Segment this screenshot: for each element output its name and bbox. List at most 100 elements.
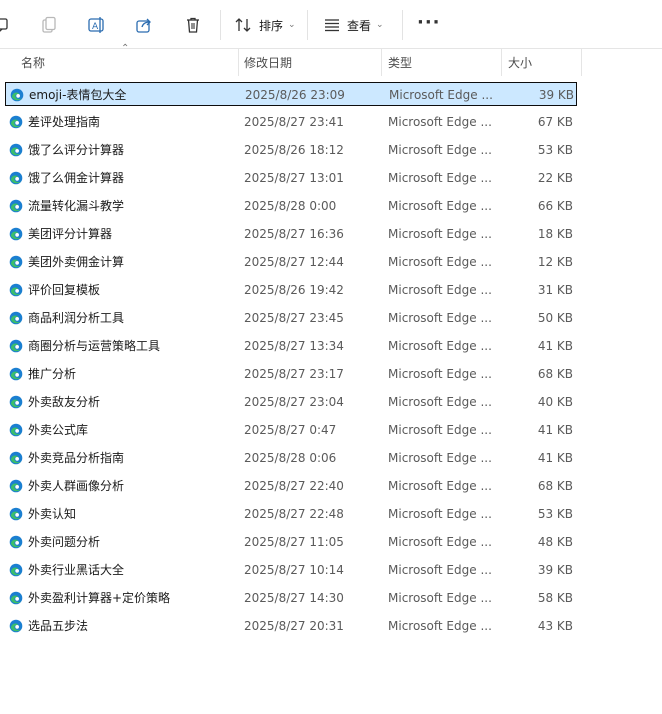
file-row[interactable]: 外卖竞品分析指南 2025/8/28 0:06 Microsoft Edge ...…: [5, 446, 577, 470]
column-divider[interactable]: [238, 49, 239, 76]
file-row[interactable]: 商品利润分析工具 2025/8/27 23:45 Microsoft Edge ..…: [5, 306, 577, 330]
file-date: 2025/8/27 23:41: [244, 115, 344, 129]
file-size: 18 KB: [537, 227, 573, 241]
column-header-size-label: 大小: [508, 56, 533, 70]
file-date: 2025/8/27 10:14: [244, 563, 344, 577]
file-row[interactable]: 外卖认知 2025/8/27 22:48 Microsoft Edge ... 53 …: [5, 502, 577, 526]
file-row[interactable]: emoji-表情包大全 2025/8/26 23:09 Microsoft Edge…: [5, 82, 577, 106]
column-header-size[interactable]: 大小: [508, 49, 580, 76]
column-header: ⌃ 名称 修改日期 类型 大小: [0, 43, 662, 76]
column-header-type-label: 类型: [388, 56, 413, 70]
column-header-type[interactable]: 类型: [388, 49, 498, 76]
file-date: 2025/8/26 19:42: [244, 283, 344, 297]
file-row[interactable]: 差评处理指南 2025/8/27 23:41 Microsoft Edge ... 6…: [5, 110, 577, 134]
edge-html-icon: [9, 311, 23, 325]
edge-html-icon: [9, 115, 23, 129]
edge-html-icon: [9, 283, 23, 297]
file-row[interactable]: 饿了么佣金计算器 2025/8/27 13:01 Microsoft Edge ..…: [5, 166, 577, 190]
file-row[interactable]: 美团评分计算器 2025/8/27 16:36 Microsoft Edge ...…: [5, 222, 577, 246]
file-row[interactable]: 选品五步法 2025/8/27 20:31 Microsoft Edge ... 43…: [5, 614, 577, 638]
edge-html-icon: [9, 535, 23, 549]
file-date: 2025/8/27 12:44: [244, 255, 344, 269]
file-date: 2025/8/26 23:09: [245, 88, 345, 102]
file-row[interactable]: 外卖公式库 2025/8/27 0:47 Microsoft Edge ... 41 …: [5, 418, 577, 442]
file-type: Microsoft Edge ...: [388, 563, 492, 577]
file-type: Microsoft Edge ...: [388, 171, 492, 185]
file-date: 2025/8/27 22:48: [244, 507, 344, 521]
column-header-date[interactable]: 修改日期: [244, 49, 378, 76]
file-name: 推广分析: [28, 367, 77, 381]
file-size: 22 KB: [537, 171, 573, 185]
column-header-date-label: 修改日期: [244, 56, 293, 70]
file-name: 外卖问题分析: [28, 535, 101, 549]
copy-icon[interactable]: [40, 10, 58, 40]
file-name: 流量转化漏斗教学: [28, 199, 125, 213]
edge-html-icon: [9, 171, 23, 185]
column-header-name[interactable]: 名称: [21, 49, 236, 76]
file-size: 12 KB: [537, 255, 573, 269]
file-size: 67 KB: [537, 115, 573, 129]
file-row[interactable]: 推广分析 2025/8/27 23:17 Microsoft Edge ... 68 …: [5, 362, 577, 386]
file-size: 68 KB: [537, 367, 573, 381]
file-row[interactable]: 饿了么评分计算器 2025/8/26 18:12 Microsoft Edge ..…: [5, 138, 577, 162]
edge-html-icon: [9, 479, 23, 493]
column-divider[interactable]: [501, 49, 502, 76]
file-name: 商品利润分析工具: [28, 311, 125, 325]
chevron-down-icon: ⌄: [376, 20, 384, 30]
file-name: 外卖行业黑话大全: [28, 563, 125, 577]
file-size: 31 KB: [537, 283, 573, 297]
share-icon-partial[interactable]: [0, 10, 10, 40]
file-name: 美团外卖佣金计算: [28, 255, 125, 269]
file-date: 2025/8/27 23:04: [244, 395, 344, 409]
edge-html-icon: [9, 423, 23, 437]
file-size: 41 KB: [537, 339, 573, 353]
file-row[interactable]: 外卖敌友分析 2025/8/27 23:04 Microsoft Edge ... 4…: [5, 390, 577, 414]
view-label: 查看: [347, 18, 372, 33]
more-options-button[interactable]: ···: [417, 12, 441, 33]
file-row[interactable]: 流量转化漏斗教学 2025/8/28 0:00 Microsoft Edge ...…: [5, 194, 577, 218]
file-date: 2025/8/27 20:31: [244, 619, 344, 633]
file-row[interactable]: 外卖盈利计算器+定价策略 2025/8/27 14:30 Microsoft Edg…: [5, 586, 577, 610]
column-divider[interactable]: [581, 49, 582, 76]
sort-button[interactable]: 排序 ⌄: [235, 10, 296, 40]
file-row[interactable]: 外卖人群画像分析 2025/8/27 22:40 Microsoft Edge ..…: [5, 474, 577, 498]
file-type: Microsoft Edge ...: [388, 507, 492, 521]
column-divider[interactable]: [381, 49, 382, 76]
file-type: Microsoft Edge ...: [388, 227, 492, 241]
toolbar-separator: [402, 10, 403, 40]
file-name: 饿了么佣金计算器: [28, 171, 125, 185]
file-name: 评价回复模板: [28, 283, 101, 297]
file-type: Microsoft Edge ...: [388, 619, 492, 633]
toolbar-separator: [220, 10, 221, 40]
file-type: Microsoft Edge ...: [388, 339, 492, 353]
file-size: 39 KB: [538, 88, 574, 102]
file-date: 2025/8/27 22:40: [244, 479, 344, 493]
file-row[interactable]: 商圈分析与运营策略工具 2025/8/27 13:34 Microsoft Edge…: [5, 334, 577, 358]
file-row[interactable]: 评价回复模板 2025/8/26 19:42 Microsoft Edge ... 3…: [5, 278, 577, 302]
rename-icon[interactable]: A: [87, 10, 107, 40]
file-name: emoji-表情包大全: [29, 88, 127, 102]
file-date: 2025/8/27 16:36: [244, 227, 344, 241]
share-icon[interactable]: [135, 10, 153, 40]
delete-icon[interactable]: [184, 10, 202, 40]
view-icon: [325, 19, 339, 32]
view-button[interactable]: 查看 ⌄: [323, 10, 384, 40]
sort-label: 排序: [259, 18, 284, 33]
file-row[interactable]: 外卖问题分析 2025/8/27 11:05 Microsoft Edge ... 4…: [5, 530, 577, 554]
file-type: Microsoft Edge ...: [388, 143, 492, 157]
file-name: 外卖盈利计算器+定价策略: [28, 591, 171, 605]
file-type: Microsoft Edge ...: [388, 479, 492, 493]
file-name: 商圈分析与运营策略工具: [28, 339, 161, 353]
file-type: Microsoft Edge ...: [389, 88, 493, 102]
edge-html-icon: [9, 339, 23, 353]
file-size: 58 KB: [537, 591, 573, 605]
file-row[interactable]: 外卖行业黑话大全 2025/8/27 10:14 Microsoft Edge ..…: [5, 558, 577, 582]
sort-icon: [235, 18, 251, 32]
file-name: 美团评分计算器: [28, 227, 113, 241]
edge-html-icon: [10, 88, 24, 102]
file-row[interactable]: 美团外卖佣金计算 2025/8/27 12:44 Microsoft Edge ..…: [5, 250, 577, 274]
file-date: 2025/8/28 0:00: [244, 199, 337, 213]
file-size: 48 KB: [537, 535, 573, 549]
file-type: Microsoft Edge ...: [388, 115, 492, 129]
chevron-down-icon: ⌄: [288, 20, 296, 30]
